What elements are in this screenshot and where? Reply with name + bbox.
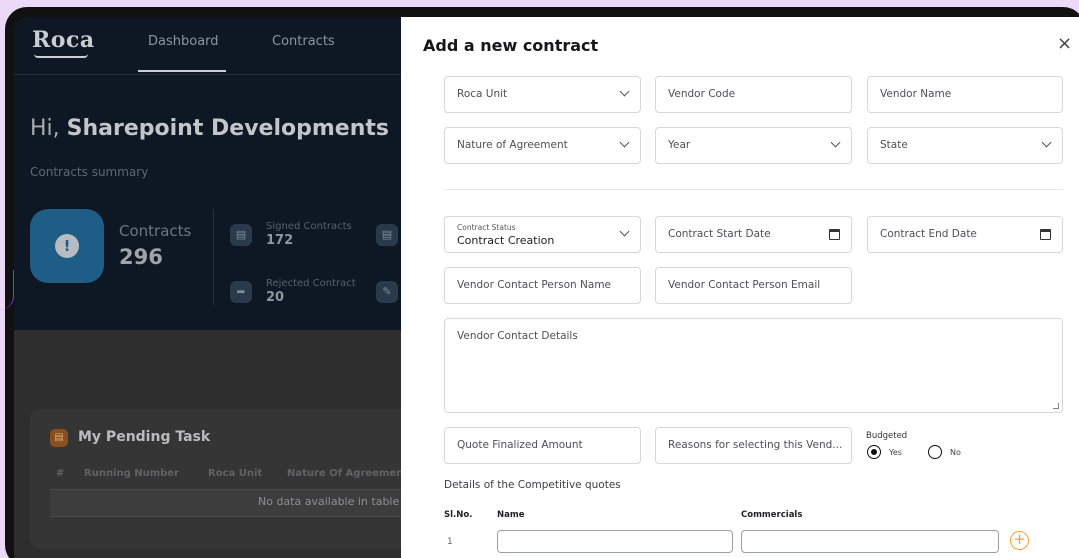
add-contract-modal: Add a new contract × Roca Unit Vendor Co… [401, 17, 1079, 558]
nature-of-agreement-select[interactable]: Nature of Agreement [444, 127, 641, 164]
start-date-placeholder: Contract Start Date [668, 228, 771, 240]
state-label: State [880, 139, 908, 151]
vendor-code-placeholder: Vendor Code [668, 88, 736, 100]
screen: Roca Dashboard Contracts Hi, Sharepoint … [14, 17, 1079, 558]
column-header: # [56, 468, 65, 479]
section-divider [444, 189, 1063, 190]
chevron-down-icon [830, 137, 841, 148]
vendor-name-placeholder: Vendor Name [880, 88, 952, 100]
greeting: Hi, Sharepoint Developments [30, 116, 389, 141]
summary-label: Contracts summary [30, 165, 149, 179]
nav-active-indicator [138, 70, 226, 72]
contract-start-date-input[interactable]: Contract Start Date [655, 216, 852, 253]
contact-email-placeholder: Vendor Contact Person Email [668, 279, 821, 291]
column-header-commercials: Commercials [741, 510, 803, 520]
state-select[interactable]: State [867, 127, 1063, 164]
contract-status-select[interactable]: Contract Status Contract Creation [444, 216, 641, 253]
quote-commercials-input[interactable] [741, 530, 999, 553]
column-header: Running Number [84, 468, 180, 479]
reasons-placeholder: Reasons for selecting this Vend... [668, 439, 843, 451]
chevron-down-icon [619, 226, 630, 237]
roca-logo: Roca [32, 27, 95, 53]
greeting-name: Sharepoint Developments [66, 116, 389, 141]
contracts-tile: ! [30, 209, 104, 283]
chevron-down-icon [619, 86, 630, 97]
column-header: Roca Unit [208, 468, 263, 479]
end-date-placeholder: Contract End Date [880, 228, 977, 240]
nav-dashboard[interactable]: Dashboard [148, 34, 219, 49]
empty-table-message: No data available in table [258, 495, 400, 508]
resize-handle-icon[interactable] [1053, 403, 1059, 409]
signed-label: Signed Contracts [266, 221, 352, 232]
calendar-icon[interactable] [1040, 229, 1051, 240]
nav-contracts[interactable]: Contracts [272, 34, 335, 49]
greeting-prefix: Hi, [30, 116, 60, 141]
calendar-icon[interactable] [829, 229, 840, 240]
contract-status-value: Contract Creation [457, 234, 555, 247]
column-header-name: Name [497, 510, 525, 520]
pending-task-title: My Pending Task [78, 429, 211, 445]
quote-name-input[interactable] [497, 530, 733, 553]
vendor-name-input[interactable]: Vendor Name [867, 76, 1063, 113]
contracts-label: Contracts [119, 222, 192, 240]
contract-end-date-input[interactable]: Contract End Date [867, 216, 1063, 253]
contact-email-input[interactable]: Vendor Contact Person Email [655, 267, 852, 304]
share-icon: ➦ [230, 281, 252, 303]
roca-unit-label: Roca Unit [457, 88, 508, 100]
logo-wave-icon [34, 54, 88, 58]
contact-details-textarea[interactable]: Vendor Contact Details [444, 318, 1063, 413]
chevron-down-icon [619, 137, 630, 148]
contact-details-placeholder: Vendor Contact Details [457, 330, 578, 342]
contact-name-placeholder: Vendor Contact Person Name [457, 279, 612, 291]
quote-amount-placeholder: Quote Finalized Amount [457, 439, 583, 451]
vendor-code-input[interactable]: Vendor Code [655, 76, 852, 113]
budgeted-label: Budgeted [866, 431, 908, 441]
rejected-label: Rejected Contract [266, 278, 356, 289]
chevron-down-icon [1041, 137, 1052, 148]
contract-status-label: Contract Status [457, 223, 516, 232]
edit-icon: ✎ [376, 281, 398, 303]
pending-task-card: ▤ My Pending Task # Running Number Roca … [30, 409, 440, 549]
year-label: Year [668, 139, 691, 151]
stats-divider [213, 209, 214, 305]
document-icon: ▤ [230, 224, 252, 246]
competitive-quotes-label: Details of the Competitive quotes [444, 479, 621, 491]
rejected-value: 20 [266, 290, 285, 305]
roca-unit-select[interactable]: Roca Unit [444, 76, 641, 113]
document-icon: ▤ [376, 224, 398, 246]
quote-row-number: 1 [447, 537, 453, 547]
modal-title: Add a new contract [423, 36, 599, 55]
signed-value: 172 [266, 233, 294, 248]
contracts-count: 296 [119, 245, 163, 269]
close-icon[interactable]: × [1057, 35, 1072, 53]
column-header-slno: Sl.No. [444, 510, 473, 520]
year-select[interactable]: Year [655, 127, 852, 164]
contact-name-input[interactable]: Vendor Contact Person Name [444, 267, 641, 304]
task-icon: ▤ [50, 429, 68, 447]
budgeted-no-label: No [950, 448, 961, 457]
nature-label: Nature of Agreement [457, 139, 568, 151]
column-header: Nature Of Agreement [287, 468, 409, 479]
alert-icon: ! [55, 234, 79, 258]
reasons-input[interactable]: Reasons for selecting this Vend... [655, 427, 852, 464]
budgeted-yes-label: Yes [889, 448, 902, 457]
budgeted-yes-radio[interactable] [867, 445, 881, 459]
quote-amount-input[interactable]: Quote Finalized Amount [444, 427, 641, 464]
add-quote-row-button[interactable]: + [1010, 531, 1029, 550]
budgeted-no-radio[interactable] [928, 445, 942, 459]
